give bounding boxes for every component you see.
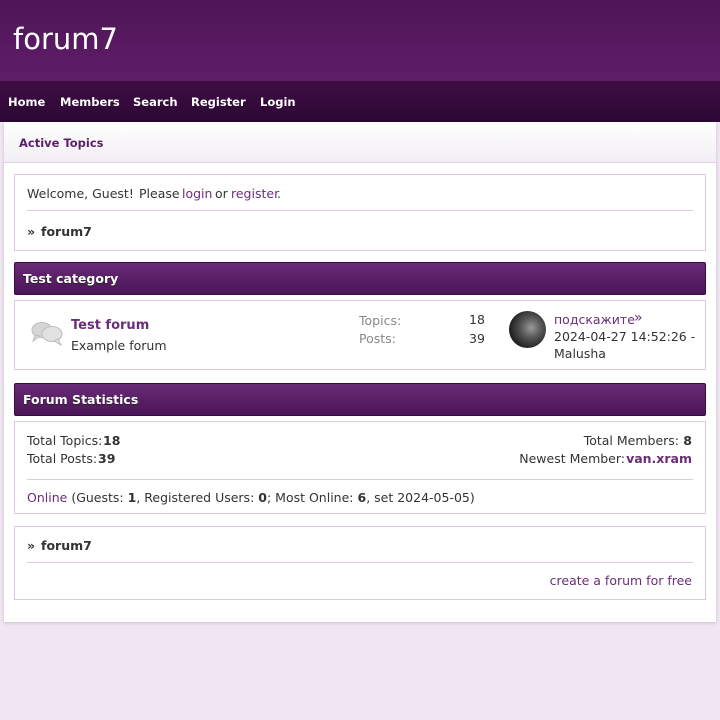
- most-online-label: ; Most Online:: [266, 490, 354, 505]
- forum-bubbles-icon: [31, 322, 63, 346]
- guests-label: (Guests:: [71, 490, 124, 505]
- category-title[interactable]: Test category: [23, 271, 118, 286]
- register-link[interactable]: register: [231, 186, 279, 201]
- forum-name-link[interactable]: Test forum: [71, 318, 149, 333]
- breadcrumb-home[interactable]: forum7: [41, 224, 92, 239]
- total-topics-value: 18: [103, 433, 121, 448]
- active-topics-link[interactable]: Active Topics: [19, 136, 104, 150]
- last-poster-avatar[interactable]: [509, 311, 546, 348]
- category-header: Test category: [14, 262, 706, 295]
- forum-description: Example forum: [71, 338, 167, 353]
- welcome-please: Please: [139, 186, 180, 201]
- divider: [27, 479, 693, 480]
- site-title[interactable]: forum7: [13, 22, 118, 56]
- breadcrumb-sep: »: [27, 224, 36, 239]
- last-post-date: 2024-04-27 14:52:26 -: [554, 329, 696, 344]
- registered-label: , Registered Users:: [136, 490, 255, 505]
- topics-label: Topics:: [359, 313, 402, 328]
- welcome-greeting: Welcome, Guest!: [27, 186, 134, 201]
- statistics-title: Forum Statistics: [23, 392, 139, 407]
- welcome-box: Welcome, Guest! Please login or register…: [14, 174, 706, 251]
- nav-members[interactable]: Members: [60, 95, 120, 109]
- footer-breadcrumb-sep: »: [27, 538, 36, 553]
- footer-breadcrumb-home[interactable]: forum7: [41, 538, 92, 553]
- nav-register[interactable]: Register: [191, 95, 246, 109]
- nav-search[interactable]: Search: [133, 95, 178, 109]
- login-link[interactable]: login: [182, 186, 212, 201]
- posts-label: Posts:: [359, 331, 396, 346]
- divider: [27, 562, 693, 563]
- posts-count: 39: [469, 331, 485, 346]
- total-topics-label: Total Topics:: [27, 433, 103, 448]
- create-forum-link[interactable]: create a forum for free: [550, 573, 692, 588]
- newest-member-link[interactable]: van.xram: [626, 451, 692, 466]
- main-navbar: Home Members Search Register Login: [0, 82, 720, 122]
- welcome-period: .: [277, 186, 281, 201]
- footer-box: » forum7 create a forum for free: [14, 526, 706, 600]
- topics-count: 18: [469, 312, 485, 327]
- subnav: Active Topics: [4, 122, 716, 163]
- welcome-or: or: [215, 186, 228, 201]
- total-members-value: 8: [683, 433, 692, 448]
- most-online-count: 6: [357, 490, 367, 505]
- statistics-header: Forum Statistics: [14, 383, 706, 416]
- statistics-box: Total Topics: 18 Total Posts: 39 Total M…: [14, 421, 706, 514]
- nav-home[interactable]: Home: [8, 95, 45, 109]
- nav-login[interactable]: Login: [260, 95, 296, 109]
- last-post-arrow-link[interactable]: »: [634, 310, 643, 326]
- online-summary: Online (Guests: 1, Registered Users: 0; …: [27, 490, 475, 505]
- newest-member-label: Newest Member:: [519, 451, 625, 466]
- forum-row: Test forum Example forum Topics: 18 Post…: [14, 300, 706, 370]
- last-post-title-link[interactable]: подскажите: [554, 312, 635, 327]
- last-post-user[interactable]: Malusha: [554, 346, 606, 361]
- most-online-date: , set 2024-05-05): [366, 490, 475, 505]
- total-posts-value: 39: [98, 451, 116, 466]
- total-posts-label: Total Posts:: [27, 451, 98, 466]
- registered-count: 0: [258, 490, 267, 505]
- total-members-label: Total Members:: [583, 433, 679, 448]
- site-header: forum7: [0, 0, 720, 82]
- divider: [27, 210, 693, 211]
- online-link[interactable]: Online: [27, 490, 67, 505]
